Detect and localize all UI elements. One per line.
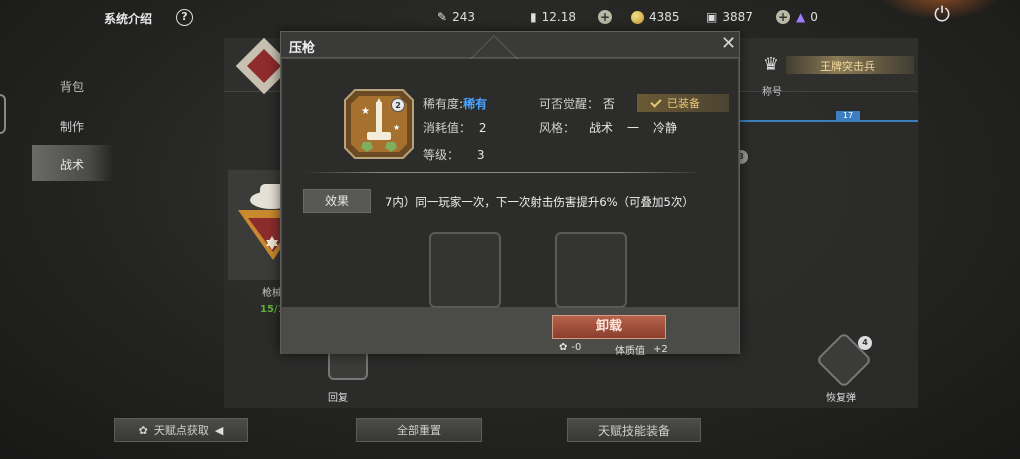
resource-gold: 4385 (631, 9, 680, 25)
resource-ammo: ✎ 243 (437, 9, 475, 25)
side-handle[interactable] (0, 94, 6, 134)
power-icon[interactable]: ⏻ (930, 2, 954, 26)
effect-description: 7内）同一玩家一次，下一次射击伤害提升6%（可叠加5次） (385, 195, 694, 209)
resource-value: 4385 (649, 10, 680, 24)
chevron-left-icon: ◀ (214, 423, 224, 437)
crown-icon: ♛ (762, 54, 780, 75)
menu-item-backpack[interactable]: 背包 (60, 78, 84, 95)
effect-tag: 效果 (303, 189, 371, 213)
svg-text:★: ★ (361, 106, 370, 117)
awaken-row: 可否觉醒： 否 (539, 95, 615, 112)
top-bar: 系统介绍 ? ✎ 243 ▮ 12.18 + 4385 ▣ 3887 + ▲ 0… (0, 0, 1020, 34)
faded-skill-card (429, 232, 501, 308)
item-level-badge: 2 (391, 98, 405, 112)
talent-icon: ✿ (138, 423, 148, 437)
faded-skill-card (555, 232, 627, 308)
grade-row: 等级： 3 (423, 146, 484, 163)
style-key: 风格： (539, 121, 576, 135)
skill-recovery-bullet-label: 恢复弹 (826, 393, 856, 404)
skill-detail-dialog: 压枪 ✕ ★ ★ 2 稀有度:稀有 可否觉醒： 否 已装备 消耗值： 2 风格：… (280, 31, 740, 357)
recoil-skill-icon: ★ ★ (344, 89, 414, 159)
resource-battery: ▮ 12.18 (530, 9, 576, 25)
resource-gem: ▲ 0 (796, 9, 818, 25)
help-icon[interactable]: ? (176, 9, 193, 26)
equipped-label: 已装备 (667, 97, 700, 110)
resource-value: 0 (810, 10, 818, 24)
menu-item-craft[interactable]: 制作 (60, 118, 84, 135)
title-label[interactable]: 称号 (762, 83, 782, 98)
style-value-2: 冷静 (653, 121, 678, 135)
style-dash: 一 (627, 121, 640, 135)
awaken-value: 否 (602, 97, 615, 111)
skill-recover-label: 回复 (328, 393, 348, 404)
stat-value: +2 (653, 344, 668, 355)
level-badge: 17 (836, 111, 860, 121)
cost-value: 2 (478, 121, 487, 135)
divider (303, 172, 703, 173)
svg-text:★: ★ (393, 123, 400, 132)
player-name: 王牌突击兵 (820, 60, 875, 73)
dialog-title: 压枪 (289, 41, 316, 56)
resource-value: 12.18 (541, 10, 576, 24)
card-icon: ▣ (706, 10, 718, 24)
talent-equip-button[interactable]: 天赋技能装备 (567, 418, 701, 442)
grade-key: 等级： (423, 148, 460, 162)
add-card-button[interactable]: + (776, 10, 790, 24)
awaken-key: 可否觉醒： (539, 97, 600, 111)
equipped-status: 已装备 (637, 94, 729, 112)
dialog-footer (281, 308, 739, 354)
system-intro-label[interactable]: 系统介绍 (104, 10, 152, 27)
close-icon[interactable]: ✕ (721, 34, 736, 54)
stat-value: -0 (571, 342, 582, 353)
battery-icon: ▮ (530, 10, 537, 24)
cost-key: 消耗值： (423, 121, 472, 135)
unload-button[interactable]: 卸载 (552, 315, 666, 339)
rarity-row: 稀有度:稀有 (423, 97, 488, 111)
talent-equip-label: 天赋技能装备 (597, 423, 670, 438)
ammo-icon: ✎ (437, 10, 448, 24)
style-value: 战术 (589, 121, 614, 135)
gem-icon: ▲ (796, 10, 806, 24)
menu-item-tactics[interactable]: 战术 (60, 156, 84, 173)
check-icon (650, 95, 662, 108)
cost-row: 消耗值： 2 (423, 119, 486, 136)
talent-acquire-label: 天赋点获取 (153, 424, 209, 437)
rarity-value: 稀有 (463, 97, 488, 111)
resource-value: 243 (452, 10, 475, 24)
talent-acquire-button[interactable]: ✿ 天赋点获取 ◀ (114, 418, 248, 442)
grade-value: 3 (476, 148, 485, 162)
rarity-key: 稀有度 (423, 97, 460, 111)
reset-all-label: 全部重置 (397, 424, 441, 437)
progress-line (740, 120, 918, 122)
add-battery-button[interactable]: + (598, 10, 612, 24)
resource-card: ▣ 3887 (706, 9, 753, 25)
reset-all-button[interactable]: 全部重置 (356, 418, 482, 442)
style-row: 风格： 战术 一 冷静 (539, 119, 677, 136)
stat-change-1: ✿ -0 (559, 342, 581, 353)
skill-level-badge: 4 (858, 336, 872, 350)
stat-key: 体质值 (615, 346, 645, 357)
talent-icon: ✿ (559, 342, 568, 353)
gold-coin-icon (631, 10, 644, 24)
stat-change-2: 体质值 +2 (615, 342, 668, 357)
resource-value: 3887 (722, 10, 753, 24)
weapon-label: 枪械 (262, 288, 282, 299)
